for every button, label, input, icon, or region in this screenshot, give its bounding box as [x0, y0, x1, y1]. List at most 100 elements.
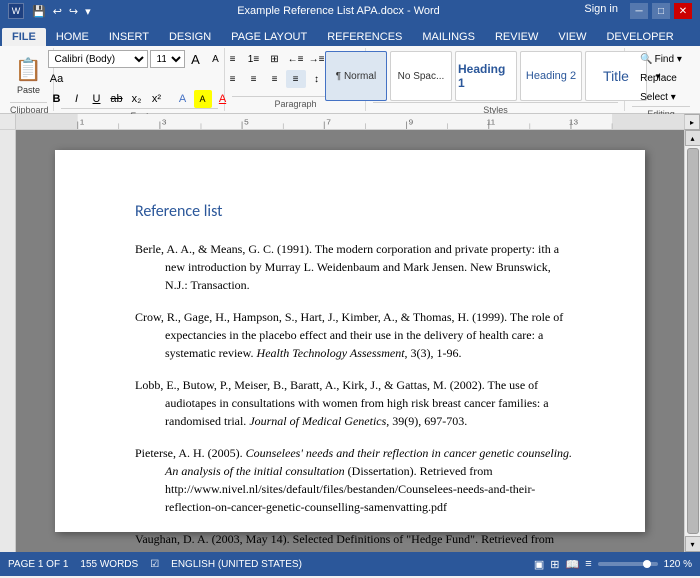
subscript-button[interactable]: x₂	[128, 90, 146, 108]
tab-page-layout[interactable]: PAGE LAYOUT	[221, 28, 317, 46]
find-button[interactable]: 🔍 Find ▾	[633, 50, 689, 68]
window-controls: Sign in ─ □ ✕	[584, 3, 692, 19]
italic-button[interactable]: I	[68, 90, 86, 108]
style-normal[interactable]: ¶ Normal	[325, 51, 387, 101]
page-count: PAGE 1 OF 1	[8, 559, 68, 570]
tab-design[interactable]: DESIGN	[159, 28, 221, 46]
layout-web-icon[interactable]: ⊞	[550, 558, 559, 571]
justify-button[interactable]: ≡	[286, 70, 306, 88]
save-button[interactable]: 💾	[30, 4, 48, 19]
ref-entry-4-text: Pieterse, A. H. (2005). Counselees' need…	[135, 446, 572, 514]
title-bar: W 💾 ↩ ↪ ▾ Example Reference List APA.doc…	[0, 0, 700, 22]
ref-entry-2: Crow, R., Gage, H., Hampson, S., Hart, J…	[165, 308, 575, 362]
document-area: Reference list Berle, A. A., & Means, G.…	[16, 130, 684, 552]
paste-label: Paste	[17, 85, 40, 95]
ruler-side-left	[0, 114, 16, 129]
customize-button[interactable]: ▾	[83, 4, 93, 19]
text-effect-button[interactable]: A	[174, 90, 192, 108]
ruler-main: 1 3 5 7 9 11 13	[16, 114, 684, 129]
undo-button[interactable]: ↩	[51, 4, 64, 19]
paste-icon: 📋	[15, 57, 42, 83]
style-normal-label: ¶ Normal	[336, 71, 376, 82]
zoom-thumb	[643, 560, 651, 568]
tab-home[interactable]: HOME	[46, 28, 99, 46]
font-size-dropdown[interactable]: 11	[150, 50, 185, 68]
editing-controls: 🔍 Find ▾ Replace Select ▾	[633, 50, 689, 106]
redo-button[interactable]: ↪	[67, 4, 80, 19]
underline-button[interactable]: U	[88, 90, 106, 108]
tab-file[interactable]: FILE	[2, 28, 46, 46]
style-no-spacing[interactable]: No Spac...	[390, 51, 452, 101]
highlight-button[interactable]: A	[194, 90, 212, 108]
tab-mailings[interactable]: MAILINGS	[412, 28, 485, 46]
close-button[interactable]: ✕	[674, 3, 692, 19]
layout-outline-icon[interactable]: ≡	[585, 558, 591, 570]
svg-text:1: 1	[80, 118, 85, 127]
align-center-button[interactable]: ≡	[244, 70, 264, 88]
font-name-dropdown[interactable]: Calibri (Body)	[48, 50, 148, 68]
svg-text:3: 3	[162, 118, 167, 127]
scroll-thumb[interactable]	[687, 148, 699, 534]
styles-controls: ¶ Normal No Spac... Heading 1 Heading 2 …	[325, 50, 666, 102]
style-heading1[interactable]: Heading 1	[455, 51, 517, 101]
zoom-slider[interactable]	[598, 562, 658, 566]
status-icon-check: ☑	[150, 559, 159, 570]
superscript-button[interactable]: x²	[148, 90, 166, 108]
align-left-button[interactable]: ≡	[223, 70, 243, 88]
status-left: PAGE 1 OF 1 155 WORDS ☑ ENGLISH (UNITED …	[8, 559, 302, 570]
increase-indent-button[interactable]: →≡	[307, 50, 327, 68]
bullets-button[interactable]: ≡	[223, 50, 243, 68]
svg-text:11: 11	[487, 118, 496, 127]
tab-developer[interactable]: DEVELOPER	[596, 28, 683, 46]
multilevel-button[interactable]: ⊞	[265, 50, 285, 68]
ref-entry-2-text: Crow, R., Gage, H., Hampson, S., Hart, J…	[135, 310, 563, 360]
svg-text:13: 13	[569, 118, 579, 127]
ref-entry-3-text: Lobb, E., Butow, P., Meiser, B., Baratt,…	[135, 378, 549, 428]
line-spacing-button[interactable]: ↕	[307, 70, 327, 88]
numbering-button[interactable]: 1≡	[244, 50, 264, 68]
layout-read-icon[interactable]: 📖	[566, 558, 580, 571]
grow-font-button[interactable]: A	[187, 50, 205, 68]
replace-button[interactable]: Replace	[633, 69, 684, 87]
select-button[interactable]: Select ▾	[633, 88, 683, 106]
ref-entry-3-italic: Journal of Medical Genetics	[249, 414, 386, 428]
align-right-button[interactable]: ≡	[265, 70, 285, 88]
paste-button[interactable]: 📋 Paste	[6, 50, 52, 102]
scroll-right-btn[interactable]: ▸	[684, 114, 700, 130]
svg-text:5: 5	[244, 118, 249, 127]
ref-entry-5-text: Vaughan, D. A. (2003, May 14). Selected …	[135, 532, 554, 552]
scroll-up-button[interactable]: ▴	[685, 130, 700, 146]
tab-references[interactable]: REFERENCES	[317, 28, 412, 46]
sign-in-link[interactable]: Sign in	[584, 3, 618, 19]
clear-format-button[interactable]: Aa	[48, 70, 66, 88]
ribbon-tab-bar: FILE HOME INSERT DESIGN PAGE LAYOUT REFE…	[0, 22, 700, 46]
font-selector-row: Calibri (Body) 11 A A Aa	[48, 50, 232, 88]
main-area: Reference list Berle, A. A., & Means, G.…	[0, 130, 700, 552]
font-controls: Calibri (Body) 11 A A Aa B I U ab x₂ x² …	[48, 50, 232, 108]
tab-review[interactable]: REVIEW	[485, 28, 548, 46]
minimize-button[interactable]: ─	[630, 3, 648, 19]
vertical-scrollbar[interactable]: ▴ ▾	[684, 130, 700, 552]
tab-insert[interactable]: INSERT	[99, 28, 159, 46]
scroll-down-button[interactable]: ▾	[685, 536, 700, 552]
reference-list-title: Reference list	[135, 200, 575, 224]
editing-group: 🔍 Find ▾ Replace Select ▾ Editing	[626, 48, 696, 111]
styles-container: ¶ Normal No Spac... Heading 1 Heading 2 …	[325, 50, 666, 102]
ribbon-body: 📋 Paste Clipboard Calibri (Body) 11 A A …	[0, 46, 700, 114]
zoom-level: 120 %	[664, 559, 692, 570]
word-count: 155 WORDS	[80, 559, 138, 570]
status-right: ▣ ⊞ 📖 ≡ 120 %	[534, 558, 692, 571]
clipboard-controls: 📋 Paste	[6, 50, 52, 102]
maximize-button[interactable]: □	[652, 3, 670, 19]
word-icon: W	[8, 3, 24, 19]
language-indicator[interactable]: ENGLISH (UNITED STATES)	[171, 559, 302, 570]
tab-view[interactable]: VIEW	[548, 28, 596, 46]
document-page: Reference list Berle, A. A., & Means, G.…	[55, 150, 645, 532]
bold-button[interactable]: B	[48, 90, 66, 108]
font-group: Calibri (Body) 11 A A Aa B I U ab x₂ x² …	[55, 48, 225, 111]
strikethrough-button[interactable]: ab	[108, 90, 126, 108]
decrease-indent-button[interactable]: ←≡	[286, 50, 306, 68]
style-heading1-label: Heading 1	[458, 62, 514, 90]
layout-print-icon[interactable]: ▣	[534, 558, 544, 571]
style-heading2[interactable]: Heading 2	[520, 51, 582, 101]
